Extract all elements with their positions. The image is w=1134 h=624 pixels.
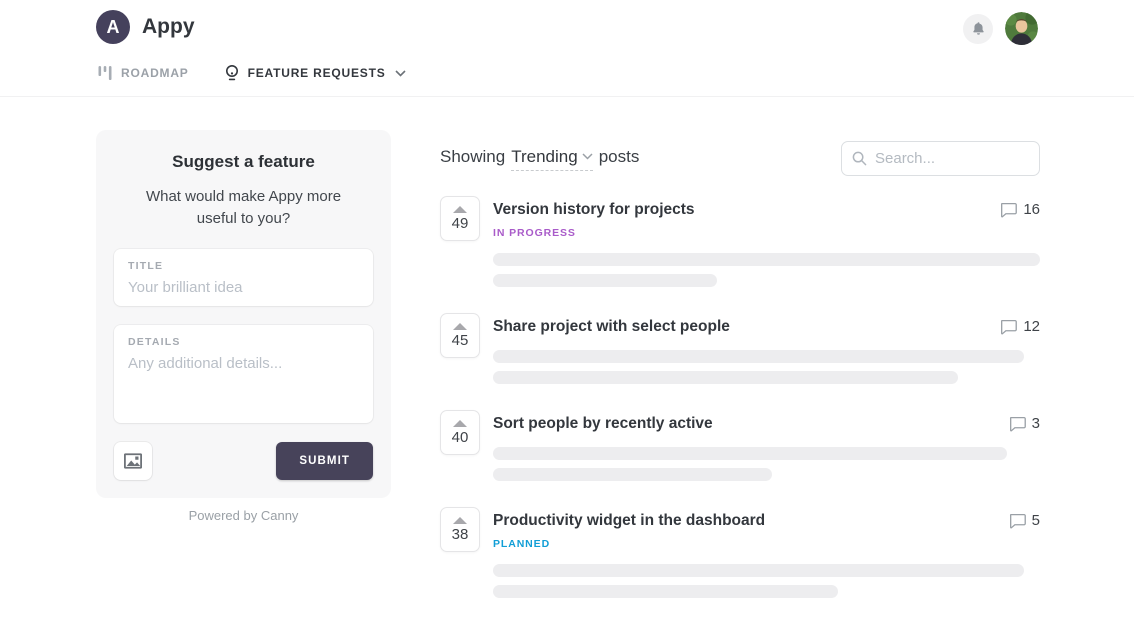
caret-up-icon xyxy=(453,420,467,427)
post-top-row: Productivity widget in the dashboard 5 xyxy=(493,512,1040,530)
post-body: Sort people by recently active 3 xyxy=(493,410,1040,481)
comment-count[interactable]: 16 xyxy=(1000,201,1040,218)
post-title[interactable]: Productivity widget in the dashboard xyxy=(493,512,765,530)
post-status: PLANNED xyxy=(493,538,1040,550)
caret-up-icon xyxy=(453,206,467,213)
caret-up-icon xyxy=(453,517,467,524)
placeholder-bar xyxy=(493,350,1024,363)
comment-bubble-icon xyxy=(1000,202,1017,218)
app-logo: A xyxy=(96,10,130,44)
submit-button[interactable]: SUBMIT xyxy=(276,442,373,480)
upvote-button[interactable]: 45 xyxy=(440,313,480,358)
header-actions xyxy=(963,12,1038,45)
nav-roadmap-label: ROADMAP xyxy=(121,66,189,80)
vote-count: 49 xyxy=(452,216,469,231)
suggest-feature-title: Suggest a feature xyxy=(114,152,373,172)
showing-suffix: posts xyxy=(599,147,640,167)
nav-feature-requests[interactable]: FEATURE REQUESTS xyxy=(225,64,406,82)
user-avatar[interactable] xyxy=(1005,12,1038,45)
details-field-label: DETAILS xyxy=(128,336,359,348)
placeholder-bar xyxy=(493,447,1007,460)
brand: A Appy xyxy=(96,10,195,44)
post-top-row: Sort people by recently active 3 xyxy=(493,415,1040,433)
placeholder-bar xyxy=(493,564,1024,577)
image-icon xyxy=(124,453,142,469)
upvote-button[interactable]: 40 xyxy=(440,410,480,455)
post-title[interactable]: Share project with select people xyxy=(493,318,730,336)
suggest-feature-subtitle: What would make Appy more useful to you? xyxy=(140,186,347,230)
roadmap-icon xyxy=(98,65,112,81)
search-icon xyxy=(852,151,867,166)
comment-count-value: 12 xyxy=(1023,318,1040,335)
search-input[interactable] xyxy=(875,150,1029,167)
title-input[interactable] xyxy=(128,279,359,296)
sort-dropdown[interactable]: Trending xyxy=(511,147,592,171)
comment-count[interactable]: 12 xyxy=(1000,318,1040,335)
posts-panel: Showing Trending posts xyxy=(440,141,1040,624)
header: A Appy xyxy=(0,0,1134,97)
showing-prefix: Showing xyxy=(440,147,505,167)
lightbulb-icon xyxy=(225,64,239,82)
vote-count: 40 xyxy=(452,430,469,445)
post-item: 38 Productivity widget in the dashboard … xyxy=(440,507,1040,598)
attach-image-button[interactable] xyxy=(114,442,152,480)
comment-count-value: 3 xyxy=(1032,415,1040,432)
comment-count[interactable]: 5 xyxy=(1009,512,1040,529)
placeholder-bar xyxy=(493,253,1040,266)
form-actions: SUBMIT xyxy=(114,442,373,480)
board-nav: ROADMAP FEATURE REQUESTS xyxy=(98,64,406,82)
bell-icon xyxy=(971,21,986,36)
search-box xyxy=(841,141,1040,176)
caret-up-icon xyxy=(453,323,467,330)
placeholder-bar xyxy=(493,371,958,384)
post-item: 49 Version history for projects 16 IN PR… xyxy=(440,196,1040,287)
sort-selected-label: Trending xyxy=(511,147,577,167)
comment-count-value: 16 xyxy=(1023,201,1040,218)
showing-line: Showing Trending posts xyxy=(440,147,639,171)
placeholder-bar xyxy=(493,468,772,481)
powered-by-canny[interactable]: Powered by Canny xyxy=(96,508,391,523)
vote-count: 45 xyxy=(452,333,469,348)
posts-toolbar: Showing Trending posts xyxy=(440,141,1040,176)
title-field-box: TITLE xyxy=(114,249,373,306)
post-body: Share project with select people 12 xyxy=(493,313,1040,384)
details-field-box: DETAILS xyxy=(114,325,373,423)
comment-bubble-icon xyxy=(1009,416,1026,432)
post-status: IN PROGRESS xyxy=(493,227,1040,239)
post-body: Productivity widget in the dashboard 5 P… xyxy=(493,507,1040,598)
post-item: 40 Sort people by recently active 3 xyxy=(440,410,1040,481)
posts-list: 49 Version history for projects 16 IN PR… xyxy=(440,196,1040,598)
chevron-down-icon xyxy=(395,70,406,77)
post-top-row: Version history for projects 16 xyxy=(493,201,1040,219)
suggest-feature-card: Suggest a feature What would make Appy m… xyxy=(96,130,391,498)
comment-bubble-icon xyxy=(1009,513,1026,529)
comment-count-value: 5 xyxy=(1032,512,1040,529)
vote-count: 38 xyxy=(452,527,469,542)
nav-feature-requests-label: FEATURE REQUESTS xyxy=(248,66,386,80)
comment-bubble-icon xyxy=(1000,319,1017,335)
placeholder-bar xyxy=(493,585,838,598)
comment-count[interactable]: 3 xyxy=(1009,415,1040,432)
details-textarea[interactable] xyxy=(128,355,359,413)
nav-roadmap[interactable]: ROADMAP xyxy=(98,65,189,81)
upvote-button[interactable]: 38 xyxy=(440,507,480,552)
chevron-down-icon xyxy=(582,153,593,160)
app-logo-letter: A xyxy=(107,17,120,38)
app-name: Appy xyxy=(142,15,195,39)
notifications-button[interactable] xyxy=(963,14,993,44)
post-title[interactable]: Sort people by recently active xyxy=(493,415,713,433)
post-title[interactable]: Version history for projects xyxy=(493,201,695,219)
upvote-button[interactable]: 49 xyxy=(440,196,480,241)
post-item: 45 Share project with select people 12 xyxy=(440,313,1040,384)
post-body: Version history for projects 16 IN PROGR… xyxy=(493,196,1040,287)
title-field-label: TITLE xyxy=(128,260,359,272)
post-top-row: Share project with select people 12 xyxy=(493,318,1040,336)
placeholder-bar xyxy=(493,274,717,287)
